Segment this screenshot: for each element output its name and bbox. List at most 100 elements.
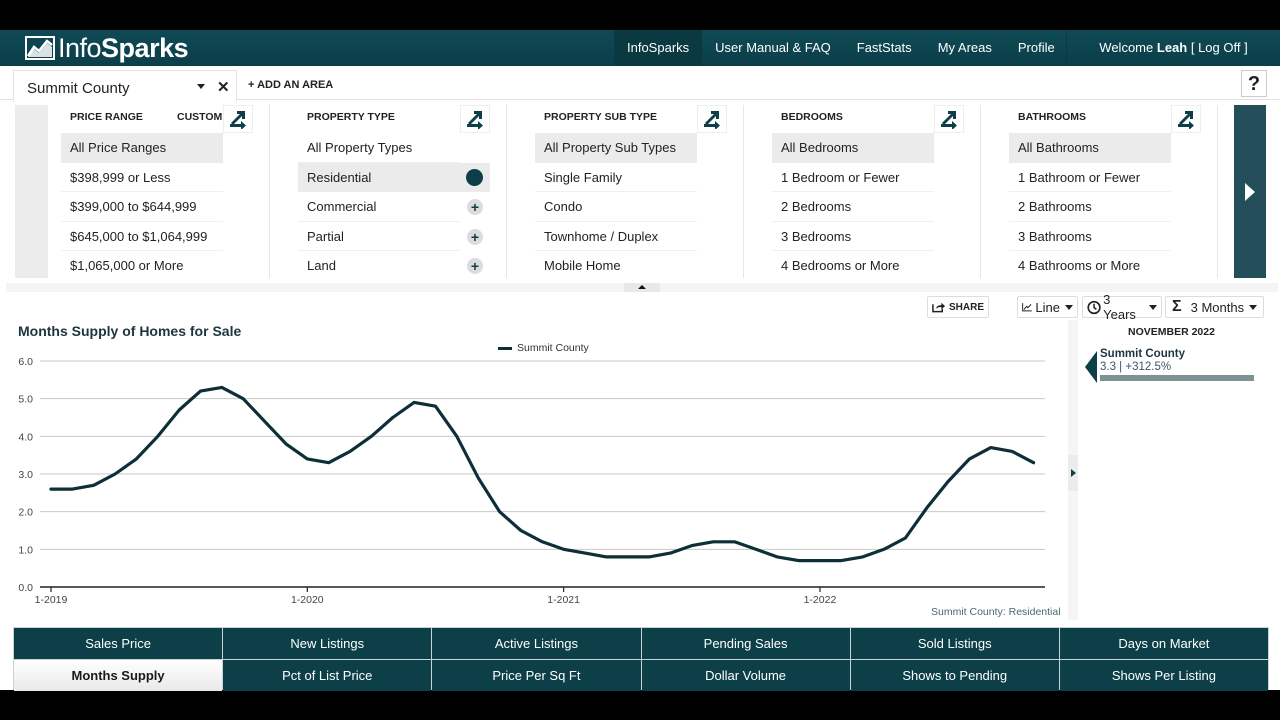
area-bar: Summit County ✕ + ADD AN AREA ? (0, 66, 1280, 102)
nav-item-infosparks[interactable]: InfoSparks (614, 30, 703, 66)
tab-price-per-sq-ft[interactable]: Price Per Sq Ft (432, 660, 641, 691)
entry-value: 3.3 | +312.5% (1100, 361, 1172, 373)
filter-option[interactable]: 1 Bedroom or Fewer (772, 163, 934, 192)
tab-pending-sales[interactable]: Pending Sales (641, 628, 850, 659)
tab-shows-to-pending[interactable]: Shows to Pending (850, 660, 1059, 691)
filter-option[interactable]: Single Family (535, 163, 697, 192)
welcome-message: Welcome Leah [ Log Off ] (1066, 30, 1280, 66)
filter-header: PRICE RANGE (70, 111, 143, 123)
share-icon (932, 302, 946, 313)
filter-bedrooms: BEDROOMS All Bedrooms 1 Bedroom or Fewer… (772, 105, 981, 278)
y-tick-label: 0.0 (18, 582, 33, 594)
entry-name: Summit County (1100, 348, 1185, 360)
share-label: SHARE (948, 301, 984, 313)
help-button[interactable]: ? (1241, 70, 1267, 97)
area-selector[interactable]: Summit County ✕ (13, 70, 237, 102)
rolling-label: 3 Months (1190, 299, 1245, 315)
rolling-average-dropdown[interactable]: Σ 3 Months (1165, 296, 1264, 318)
filter-option[interactable]: $399,000 to $644,999 (61, 192, 223, 222)
share-button[interactable]: SHARE (927, 296, 989, 318)
add-area-button[interactable]: + ADD AN AREA (248, 79, 333, 91)
plus-icon[interactable]: + (467, 228, 483, 245)
tab-sales-price[interactable]: Sales Price (14, 628, 223, 659)
tab-pct-of-list-price[interactable]: Pct of List Price (223, 660, 432, 691)
filter-bathrooms: BATHROOMS All Bathrooms 1 Bathroom or Fe… (1009, 105, 1218, 278)
filter-option[interactable]: 3 Bedrooms (772, 222, 934, 251)
filter-option[interactable]: 3 Bathrooms (1009, 222, 1171, 251)
side-panel-entry: Summit County 3.3 | +312.5% (1085, 348, 1260, 384)
nav-item-my-areas[interactable]: My Areas (925, 30, 1005, 66)
selected-dot-icon[interactable] (466, 168, 483, 186)
y-tick-label: 4.0 (18, 431, 33, 443)
swap-axis-button[interactable] (697, 105, 727, 133)
property-type-options: All Property Types Residential Commercia… (298, 133, 490, 281)
price-range-options: All Price Ranges $398,999 or Less $399,0… (61, 133, 223, 281)
custom-price-button[interactable]: CUSTOM (177, 111, 222, 123)
y-tick-label: 3.0 (18, 469, 33, 481)
filter-option[interactable]: 1 Bathroom or Fewer (1009, 163, 1171, 192)
filter-option[interactable]: All Property Types (298, 133, 460, 163)
close-icon[interactable]: ✕ (217, 78, 230, 96)
tab-dollar-volume[interactable]: Dollar Volume (641, 660, 850, 691)
tab-months-supply[interactable]: Months Supply (14, 660, 223, 691)
filter-option[interactable]: 4 Bedrooms or More (772, 251, 934, 281)
swap-axis-button[interactable] (1171, 105, 1201, 133)
tab-sold-listings[interactable]: Sold Listings (850, 628, 1059, 659)
option-label: All Property Types (307, 140, 413, 155)
y-tick-label: 6.0 (18, 356, 33, 368)
filter-option[interactable]: Land + (298, 251, 483, 281)
filter-option[interactable]: All Bathrooms (1009, 133, 1171, 163)
app-window: Info Sparks InfoSparks User Manual & FAQ … (0, 30, 1280, 691)
collapse-filters-button[interactable] (624, 283, 660, 292)
filter-option[interactable]: Condo (535, 192, 697, 222)
filter-option[interactable]: All Price Ranges (61, 133, 223, 163)
option-label: Residential (307, 169, 372, 185)
filter-option[interactable]: All Bedrooms (772, 133, 934, 163)
plus-icon[interactable]: + (467, 199, 483, 215)
filter-option[interactable]: Partial + (298, 222, 483, 251)
filter-option[interactable]: Townhome / Duplex (535, 222, 697, 251)
chart-type-label: Line (1035, 299, 1060, 315)
infosparks-logo[interactable]: Info Sparks (25, 32, 189, 64)
filter-option[interactable]: $398,999 or Less (61, 163, 223, 192)
period-label: 3 Years (1103, 292, 1136, 322)
swap-arrows-icon (1178, 111, 1194, 129)
line-chart[interactable]: 0.0 1.0 2.0 3.0 4.0 5.0 6.0 1-2019 1-2020 1-2021 1… (0, 348, 1068, 628)
y-tick-label: 1.0 (18, 544, 33, 556)
tab-active-listings[interactable]: Active Listings (432, 628, 641, 659)
filter-property-sub-type: PROPERTY SUB TYPE All Property Sub Types… (535, 105, 744, 278)
swap-arrows-icon (230, 111, 246, 129)
tab-shows-per-listing[interactable]: Shows Per Listing (1059, 660, 1268, 691)
nav-item-profile[interactable]: Profile (1005, 30, 1068, 66)
tab-new-listings[interactable]: New Listings (223, 628, 432, 659)
period-dropdown[interactable]: 3 Years (1082, 292, 1162, 322)
filter-option[interactable]: Mobile Home (535, 251, 697, 281)
filter-option[interactable]: $1,065,000 or More (61, 251, 223, 281)
chart-type-dropdown[interactable]: Line (1017, 296, 1078, 318)
filter-panel: PRICE RANGE CUSTOM All Price Ranges $398… (0, 100, 1280, 280)
filter-option[interactable]: All Property Sub Types (535, 133, 697, 163)
filter-option[interactable]: Residential (298, 162, 490, 192)
swap-axis-button[interactable] (460, 105, 490, 133)
sigma-icon: Σ (1172, 298, 1182, 315)
tab-days-on-market[interactable]: Days on Market (1059, 628, 1268, 659)
x-tick-label: 1-2020 (291, 594, 324, 606)
filter-option[interactable]: 4 Bathrooms or More (1009, 251, 1171, 281)
filter-option[interactable]: Commercial + (298, 192, 483, 222)
filter-option[interactable]: $645,000 to $1,064,999 (61, 222, 223, 251)
filter-header: PROPERTY SUB TYPE (544, 111, 657, 123)
chevron-down-icon[interactable] (197, 84, 205, 89)
filter-option[interactable]: 2 Bathrooms (1009, 192, 1171, 222)
swap-axis-button[interactable] (223, 105, 253, 133)
filter-next-button[interactable] (1234, 105, 1266, 278)
logoff-link[interactable]: [ Log Off ] (1191, 40, 1248, 55)
swap-axis-button[interactable] (934, 105, 964, 133)
nav-item-faststats[interactable]: FastStats (844, 30, 925, 66)
filter-prev-strip[interactable] (15, 105, 48, 278)
option-label: Partial (307, 228, 344, 244)
side-panel-toggle[interactable] (1068, 455, 1078, 491)
filter-property-type: PROPERTY TYPE All Property Types Residen… (298, 105, 507, 278)
filter-option[interactable]: 2 Bedrooms (772, 192, 934, 222)
nav-item-user-manual[interactable]: User Manual & FAQ (702, 30, 844, 66)
plus-icon[interactable]: + (467, 258, 483, 274)
